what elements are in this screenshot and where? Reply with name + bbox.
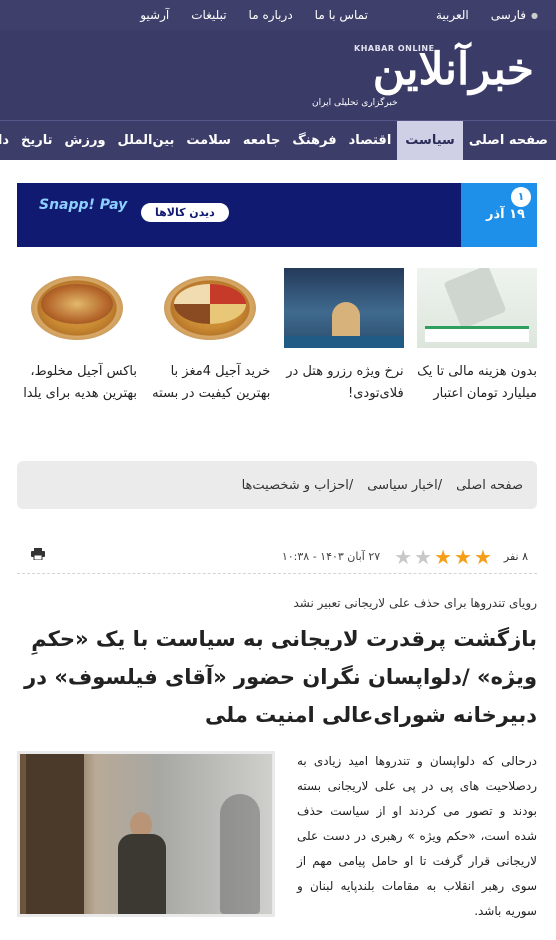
site-header: KHABAR ONLINE خبرآنلاین خبرگزاری تحلیلی … [0,30,556,120]
ad-card[interactable]: خرید آجیل 4مغز با بهترین کیفیت در بسته [150,268,271,405]
star-icon[interactable]: ★ [474,547,492,567]
ad-image-calculator[interactable] [417,268,537,348]
nav-item-culture[interactable]: فرهنگ [286,121,342,160]
nav-item-economy[interactable]: اقتصاد [343,121,398,160]
ad-image-nut-basket[interactable] [150,268,271,348]
banner-date-box: ۱ ۱۹ آذر [461,183,537,247]
breadcrumb-political-news[interactable]: اخبار سیاسی [367,478,437,493]
ad-caption[interactable]: خرید آجیل 4مغز با بهترین کیفیت در بسته [150,361,270,405]
printer-icon[interactable] [31,548,45,560]
ads-link[interactable]: تبلیغات [191,8,226,22]
logo-farsi-text: خبرآنلاین [372,44,536,95]
lang-arabic-link[interactable]: العربیة [436,8,469,22]
star-icon[interactable]: ★ [454,547,472,567]
ad-card[interactable]: نرخ ویژه رزرو هتل در فلای‌تودی! [283,268,404,405]
nav-item-science[interactable]: دانش [0,121,15,160]
nav-item-international[interactable]: بین‌الملل [112,121,181,160]
article-title: بازگشت پرقدرت لاریجانی به سیاست با یک «ح… [24,627,537,727]
nav-item-politics[interactable]: سیاست [397,121,463,160]
rating-stars[interactable]: ★ ★ ★ ★ ★ [394,547,492,567]
ad-caption[interactable]: بدون هزینه مالی تا یک میلیارد تومان اعتب… [417,361,537,405]
sponsored-ads: بدون هزینه مالی تا یک میلیارد تومان اعتب… [17,268,537,405]
star-icon[interactable]: ★ [414,547,432,567]
banner-date: ۱۹ آذر [485,207,525,222]
star-icon[interactable]: ★ [434,547,452,567]
banner-brand-logo: Snapp! Pay [39,197,128,213]
snapp-pay-banner[interactable]: ۱ ۱۹ آذر دیدن کالاها Snapp! Pay [17,183,537,247]
rating-count: ۸ نفر [503,550,528,563]
logo-tagline: خبرگزاری تحلیلی ایران [312,98,398,108]
nav-item-health[interactable]: سلامت [180,121,236,160]
lang-farsi-link[interactable]: فارسی [491,8,538,22]
ad-card[interactable]: بدون هزینه مالی تا یک میلیارد تومان اعتب… [417,268,537,405]
top-links: تماس با ما درباره ما تبلیغات آرشیو [140,8,368,22]
main-nav: صفحه اصلی سیاست اقتصاد فرهنگ جامعه سلامت… [0,120,556,160]
ad-image-mixed-nuts[interactable] [17,268,138,348]
archive-link[interactable]: آرشیو [140,8,169,22]
about-link[interactable]: درباره ما [249,8,293,22]
article-meta: ۸ نفر ★ ★ ★ ★ ★ ۲۷ آبان ۱۴۰۳ - ۱۰:۳۸ [17,540,537,574]
top-bar: فارسی العربیة تماس با ما درباره ما تبلیغ… [0,0,556,30]
article-lead-image [17,751,275,917]
banner-cta-button[interactable]: دیدن کالاها [141,203,229,222]
nav-item-home[interactable]: صفحه اصلی [463,121,556,160]
breadcrumb-home[interactable]: صفحه اصلی [456,478,523,493]
site-logo[interactable]: KHABAR ONLINE خبرآنلاین خبرگزاری تحلیلی … [294,38,536,114]
ad-card[interactable]: باکس آجیل مخلوط، بهترین هدیه برای یلدا [17,268,138,405]
contact-link[interactable]: تماس با ما [315,8,368,22]
breadcrumb: صفحه اصلی / اخبار سیاسی / احزاب و شخصیت‌… [17,461,537,509]
banner-badge: ۱ [511,187,531,207]
nav-item-sport[interactable]: ورزش [59,121,112,160]
ad-image-hotel[interactable] [283,268,404,348]
article-lead: درحالی که دلواپسان و تندروها امید زیادی … [297,754,537,918]
ad-caption[interactable]: باکس آجیل مخلوط، بهترین هدیه برای یلدا [17,361,137,405]
star-icon[interactable]: ★ [394,547,412,567]
language-switcher: فارسی العربیة [436,8,538,22]
breadcrumb-parties[interactable]: احزاب و شخصیت‌ها [242,478,349,493]
nav-item-society[interactable]: جامعه [237,121,287,160]
breadcrumb-separator: / [348,477,354,493]
article-kicker: رویای تندروها برای حذف علی لاریجانی تعبی… [293,596,537,610]
nav-item-history[interactable]: تاریخ [15,121,59,160]
ad-caption[interactable]: نرخ ویژه رزرو هتل در فلای‌تودی! [284,361,403,405]
publish-date: ۲۷ آبان ۱۴۰۳ - ۱۰:۳۸ [281,550,381,563]
breadcrumb-separator: / [437,477,443,493]
